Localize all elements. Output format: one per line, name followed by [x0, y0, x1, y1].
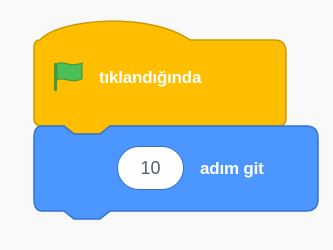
motion-block-label: adım git — [200, 159, 264, 178]
script-canvas: tıklandığında 10 adım git — [0, 0, 333, 250]
hat-block-label: tıklandığında — [99, 68, 202, 87]
block-stack — [33, 20, 319, 220]
green-flag-icon — [54, 62, 83, 91]
steps-number-input[interactable]: 10 — [117, 146, 184, 190]
